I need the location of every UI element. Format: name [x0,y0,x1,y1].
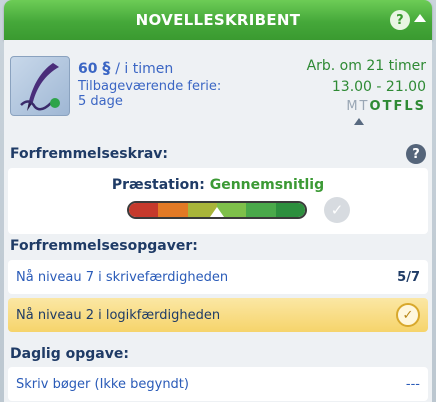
help-icon[interactable]: ? [390,10,410,30]
task-label: Nå niveau 2 i logikfærdigheden [16,307,221,323]
daily-task-label: Skriv bøger (Ikke begyndt) [16,376,189,392]
task-progress: 5/7 [397,269,420,285]
help-icon[interactable]: ? [406,144,426,164]
daily-task-row[interactable]: Skriv bøger (Ikke begyndt) --- [8,367,428,401]
quill-icon [10,56,70,116]
vacation-label: Tilbageværende ferie: [78,79,222,94]
checkmark-icon: ✓ [324,197,350,223]
meter-segment [246,203,276,217]
work-hours: 13.00 - 21.00 [331,79,426,95]
day-5: L [404,99,415,114]
day-0: M [346,99,360,114]
meter-segment [129,203,159,217]
promotion-title: Forfremmelseskrav: [10,146,169,162]
career-title: Novelleskribent [135,11,301,29]
pay-amount: 60 [78,61,98,77]
task-row[interactable]: Nå niveau 7 i skrivefærdigheden 5/7 [8,260,428,294]
work-countdown: Arb. om 21 timer [306,58,426,74]
performance-marker-icon [210,207,224,217]
pay-rate: 60 § / i timen [78,58,173,77]
performance-label-text: Præstation: [111,177,205,193]
meter-segment [275,203,305,217]
checkmark-icon: ✓ [396,303,420,327]
daily-task-progress: --- [405,376,420,392]
today-marker-icon [354,118,364,125]
task-row-completed[interactable]: Nå niveau 2 i logikfærdigheden ✓ [8,298,428,332]
performance-value: Gennemsnitlig [209,177,325,193]
collapse-icon[interactable] [414,14,426,22]
day-6: S [414,99,426,114]
day-2: O [369,99,383,114]
vacation-value: 5 dage [78,94,123,109]
performance-box: Præstation: Gennemsnitlig ✓ [8,168,428,234]
tasks-title: Forfremmelsesopgaver: [10,238,198,254]
career-header[interactable]: Novelleskribent ? [4,0,432,40]
meter-segment [158,203,188,217]
task-label: Nå niveau 7 i skrivefærdigheden [16,269,229,285]
day-4: F [393,99,405,114]
day-1: T [359,99,370,114]
performance-label: Præstation: Gennemsnitlig [8,177,428,193]
career-panel: 60 § / i timen Tilbageværende ferie: 5 d… [4,40,432,402]
daily-title: Daglig opgave: [10,346,129,362]
work-days: MTOTFLS [346,99,426,114]
simoleon-icon: § [102,58,111,77]
pay-unit: / i timen [115,61,174,77]
day-3: T [382,99,394,114]
